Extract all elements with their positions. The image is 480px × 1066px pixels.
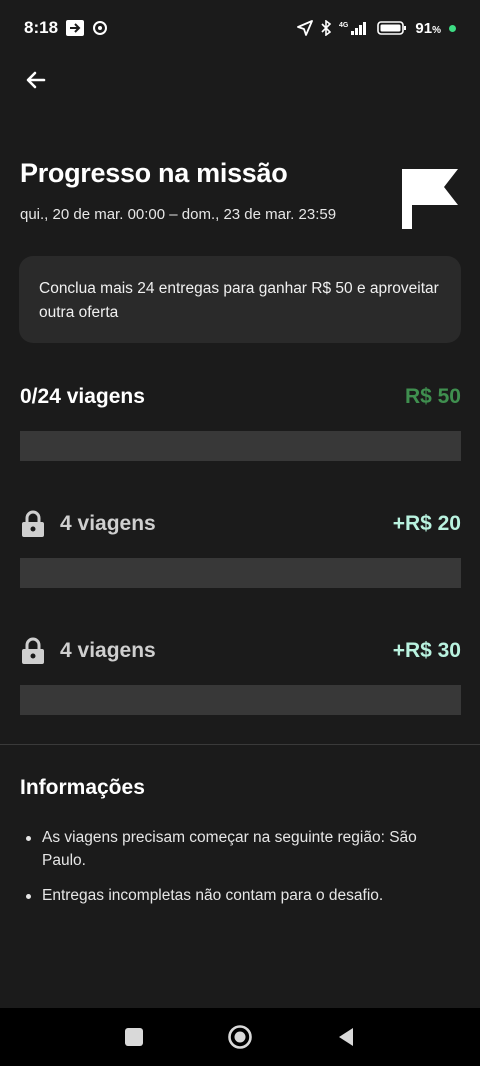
tier-label-wrap: 4 viagens [20, 510, 156, 538]
section-divider [0, 744, 480, 745]
triangle-back-icon [339, 1028, 353, 1046]
tier-header: 4 viagens +R$ 30 [20, 635, 461, 667]
date-range: qui., 20 de mar. 00:00 – dom., 23 de mar… [20, 206, 337, 223]
signal-icon: 4G [339, 20, 369, 36]
square-icon [125, 1028, 143, 1046]
offer-info-card: Conclua mais 24 entregas para ganhar R$ … [19, 256, 461, 343]
arrow-left-icon [26, 71, 46, 89]
tier-bonus-1: 4 viagens +R$ 20 [20, 508, 461, 588]
tier-label: 0/24 viagens [20, 385, 145, 408]
progress-bar [20, 685, 461, 715]
battery-icon [377, 20, 407, 36]
progress-bar [20, 431, 461, 461]
circle-icon [228, 1025, 252, 1049]
progress-bar [20, 558, 461, 588]
nav-recent-apps-button[interactable] [116, 1019, 152, 1055]
back-button[interactable] [20, 64, 52, 96]
info-section-title: Informações [20, 776, 145, 799]
forward-notification-icon [66, 20, 85, 36]
info-list-item: As viagens precisam começar na seguinte … [20, 826, 440, 872]
status-bar-right: 4G 91% [297, 20, 456, 37]
flag-icon [402, 169, 458, 229]
tier-reward: +R$ 20 [392, 512, 461, 535]
clock: 8:18 [24, 18, 59, 37]
tier-label-wrap: 4 viagens [20, 637, 156, 665]
info-list-item: Entregas incompletas não contam para o d… [20, 884, 440, 907]
tier-bonus-2: 4 viagens +R$ 30 [20, 635, 461, 715]
status-bar-left: 8:18 [24, 18, 108, 38]
status-bar: 8:18 4G 91% [0, 0, 480, 56]
page-title: Progresso na missão [20, 158, 288, 188]
network-type: 4G [339, 22, 349, 29]
nav-home-button[interactable] [222, 1019, 258, 1055]
privacy-indicator-dot [449, 24, 456, 32]
lock-icon [22, 510, 44, 537]
info-list: As viagens precisam começar na seguinte … [20, 826, 440, 919]
tier-header: 0/24 viagens R$ 50 [20, 381, 461, 413]
tier-main: 0/24 viagens R$ 50 [20, 381, 461, 461]
tier-reward: R$ 50 [404, 385, 461, 408]
battery-percent: 91% [415, 19, 441, 37]
tier-reward: +R$ 30 [392, 639, 461, 662]
tier-label: 4 viagens [60, 639, 156, 662]
app-notification-icon [92, 20, 108, 36]
tier-label-wrap: 0/24 viagens [20, 385, 145, 409]
location-arrow-icon [297, 20, 314, 36]
tier-label: 4 viagens [60, 512, 156, 535]
nav-back-button[interactable] [328, 1019, 364, 1055]
system-nav-bar [0, 1008, 480, 1066]
lock-icon [22, 637, 44, 664]
bluetooth-icon [321, 20, 332, 36]
tier-header: 4 viagens +R$ 20 [20, 508, 461, 540]
